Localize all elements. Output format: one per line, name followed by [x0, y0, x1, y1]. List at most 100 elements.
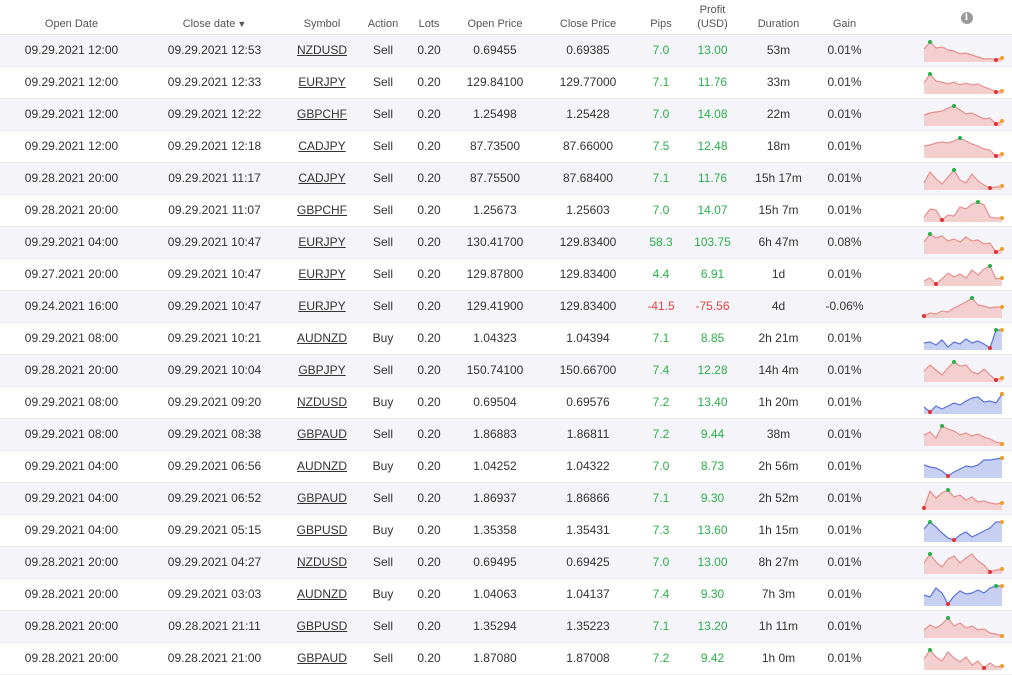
symbol-link[interactable]: GBPCHF — [297, 107, 347, 121]
pips-cell: 7.2 — [652, 427, 670, 441]
lots-cell: 0.20 — [417, 619, 441, 633]
col-duration[interactable]: Duration — [739, 0, 818, 35]
trade-sparkline — [922, 488, 1004, 510]
table-row[interactable]: 09.28.2021 20:00 09.28.2021 21:00 GBPAUD Se… — [0, 642, 1012, 674]
gain-cell: 0.01% — [827, 395, 862, 409]
table-row[interactable]: 09.29.2021 08:00 09.29.2021 10:21 AUDNZD Bu… — [0, 322, 1012, 354]
symbol-link[interactable]: NZDUSD — [297, 395, 347, 409]
symbol-link[interactable]: EURJPY — [298, 235, 345, 249]
sparkline-min-marker — [922, 506, 926, 510]
symbol-link[interactable]: GBPCHF — [297, 203, 347, 217]
col-close-price[interactable]: Close Price — [540, 0, 636, 35]
symbol-link[interactable]: GBPUSD — [297, 523, 348, 537]
open-date-cell: 09.24.2021 16:00 — [24, 299, 119, 313]
table-row[interactable]: 09.29.2021 04:00 09.29.2021 06:56 AUDNZD Bu… — [0, 450, 1012, 482]
symbol-link[interactable]: GBPAUD — [297, 651, 347, 665]
sparkline-min-marker — [946, 602, 950, 606]
col-profit[interactable]: Profit (USD) — [686, 0, 739, 35]
table-row[interactable]: 09.29.2021 12:00 09.29.2021 12:33 EURJPY Se… — [0, 66, 1012, 98]
symbol-cell[interactable]: GBPJPY — [286, 354, 358, 386]
symbol-cell[interactable]: EURJPY — [286, 66, 358, 98]
table-row[interactable]: 09.24.2021 16:00 09.29.2021 10:47 EURJPY Se… — [0, 290, 1012, 322]
duration-cell: 22m — [766, 107, 791, 121]
symbol-cell[interactable]: AUDNZD — [286, 322, 358, 354]
gain-cell: 0.01% — [827, 267, 862, 281]
table-row[interactable]: 09.28.2021 20:00 09.28.2021 21:11 GBPUSD Se… — [0, 610, 1012, 642]
symbol-link[interactable]: GBPAUD — [297, 427, 347, 441]
symbol-cell[interactable]: AUDNZD — [286, 578, 358, 610]
symbol-cell[interactable]: GBPAUD — [286, 482, 358, 514]
col-lots[interactable]: Lots — [408, 0, 450, 35]
sparkline-max-marker — [928, 72, 932, 76]
symbol-cell[interactable]: GBPUSD — [286, 610, 358, 642]
table-row[interactable]: 09.29.2021 08:00 09.29.2021 09:20 NZDUSD Bu… — [0, 386, 1012, 418]
sparkline-cell — [921, 98, 1012, 130]
open-price-cell: 1.25498 — [473, 107, 517, 121]
symbol-link[interactable]: AUDNZD — [297, 459, 347, 473]
symbol-cell[interactable]: GBPCHF — [286, 194, 358, 226]
open-date-cell: 09.27.2021 20:00 — [24, 267, 119, 281]
symbol-cell[interactable]: EURJPY — [286, 258, 358, 290]
symbol-link[interactable]: GBPUSD — [297, 619, 348, 633]
symbol-cell[interactable]: AUDNZD — [286, 450, 358, 482]
symbol-link[interactable]: CADJPY — [298, 139, 345, 153]
col-open-price[interactable]: Open Price — [450, 0, 540, 35]
col-gain-label: Gain — [832, 17, 857, 30]
symbol-cell[interactable]: NZDUSD — [286, 386, 358, 418]
symbol-link[interactable]: EURJPY — [298, 299, 345, 313]
table-row[interactable]: 09.29.2021 12:00 09.29.2021 12:22 GBPCHF Se… — [0, 98, 1012, 130]
symbol-cell[interactable]: GBPUSD — [286, 514, 358, 546]
symbol-cell[interactable]: GBPCHF — [286, 98, 358, 130]
symbol-link[interactable]: NZDUSD — [297, 555, 347, 569]
open-price-cell: 129.41900 — [466, 299, 524, 313]
symbol-cell[interactable]: CADJPY — [286, 130, 358, 162]
open-date-cell: 09.29.2021 12:00 — [24, 139, 119, 153]
sort-desc-icon: ▼ — [237, 18, 247, 29]
symbol-cell[interactable]: EURJPY — [286, 226, 358, 258]
col-symbol[interactable]: Symbol — [286, 0, 358, 35]
symbol-cell[interactable]: GBPAUD — [286, 642, 358, 674]
col-close-date[interactable]: Close date ▼ — [143, 0, 286, 35]
symbol-link[interactable]: EURJPY — [298, 267, 345, 281]
symbol-link[interactable]: NZDUSD — [297, 43, 347, 57]
table-row[interactable]: 09.29.2021 04:00 09.29.2021 10:47 EURJPY Se… — [0, 226, 1012, 258]
open-date-cell: 09.29.2021 08:00 — [24, 427, 119, 441]
symbol-link[interactable]: AUDNZD — [297, 331, 347, 345]
spacer-cell — [871, 482, 921, 514]
open-price-cell: 130.41700 — [466, 235, 524, 249]
symbol-cell[interactable]: NZDUSD — [286, 546, 358, 578]
symbol-link[interactable]: CADJPY — [298, 171, 345, 185]
table-row[interactable]: 09.29.2021 12:00 09.29.2021 12:53 NZDUSD Se… — [0, 34, 1012, 66]
symbol-link[interactable]: GBPJPY — [298, 363, 345, 377]
table-row[interactable]: 09.29.2021 04:00 09.29.2021 06:52 GBPAUD Se… — [0, 482, 1012, 514]
table-row[interactable]: 09.28.2021 20:00 09.29.2021 03:03 AUDNZD Bu… — [0, 578, 1012, 610]
table-row[interactable]: 09.28.2021 20:00 09.29.2021 10:04 GBPJPY Se… — [0, 354, 1012, 386]
symbol-cell[interactable]: CADJPY — [286, 162, 358, 194]
col-gain[interactable]: Gain — [818, 0, 871, 35]
table-row[interactable]: 09.29.2021 08:00 09.29.2021 08:38 GBPAUD Se… — [0, 418, 1012, 450]
col-open-date[interactable]: Open Date — [0, 0, 143, 35]
table-row[interactable]: 09.28.2021 20:00 09.29.2021 04:27 NZDUSD Se… — [0, 546, 1012, 578]
table-row[interactable]: 09.29.2021 12:00 09.29.2021 12:18 CADJPY Se… — [0, 130, 1012, 162]
table-row[interactable]: 09.28.2021 20:00 09.29.2021 11:17 CADJPY Se… — [0, 162, 1012, 194]
info-icon[interactable]: i — [960, 11, 973, 24]
symbol-link[interactable]: GBPAUD — [297, 491, 347, 505]
table-row[interactable]: 09.28.2021 20:00 09.29.2021 11:07 GBPCHF Se… — [0, 194, 1012, 226]
close-date-cell: 09.29.2021 12:33 — [167, 75, 262, 89]
table-row[interactable]: 09.29.2021 04:00 09.29.2021 05:15 GBPUSD Bu… — [0, 514, 1012, 546]
symbol-cell[interactable]: NZDUSD — [286, 34, 358, 66]
symbol-link[interactable]: EURJPY — [298, 75, 345, 89]
col-profit-label-line2: (USD) — [697, 17, 728, 30]
symbol-link[interactable]: AUDNZD — [297, 587, 347, 601]
symbol-cell[interactable]: EURJPY — [286, 290, 358, 322]
sparkline-close-marker — [1000, 328, 1004, 332]
table-row[interactable]: 09.27.2021 20:00 09.29.2021 10:47 EURJPY Se… — [0, 258, 1012, 290]
close-price-cell: 150.66700 — [559, 363, 617, 377]
open-price-cell: 1.86937 — [473, 491, 517, 505]
col-pips[interactable]: Pips — [636, 0, 686, 35]
action-cell: Sell — [372, 203, 393, 217]
symbol-cell[interactable]: GBPAUD — [286, 418, 358, 450]
profit-cell: 9.44 — [700, 427, 725, 441]
col-action[interactable]: Action — [358, 0, 408, 35]
action-cell: Sell — [372, 363, 393, 377]
